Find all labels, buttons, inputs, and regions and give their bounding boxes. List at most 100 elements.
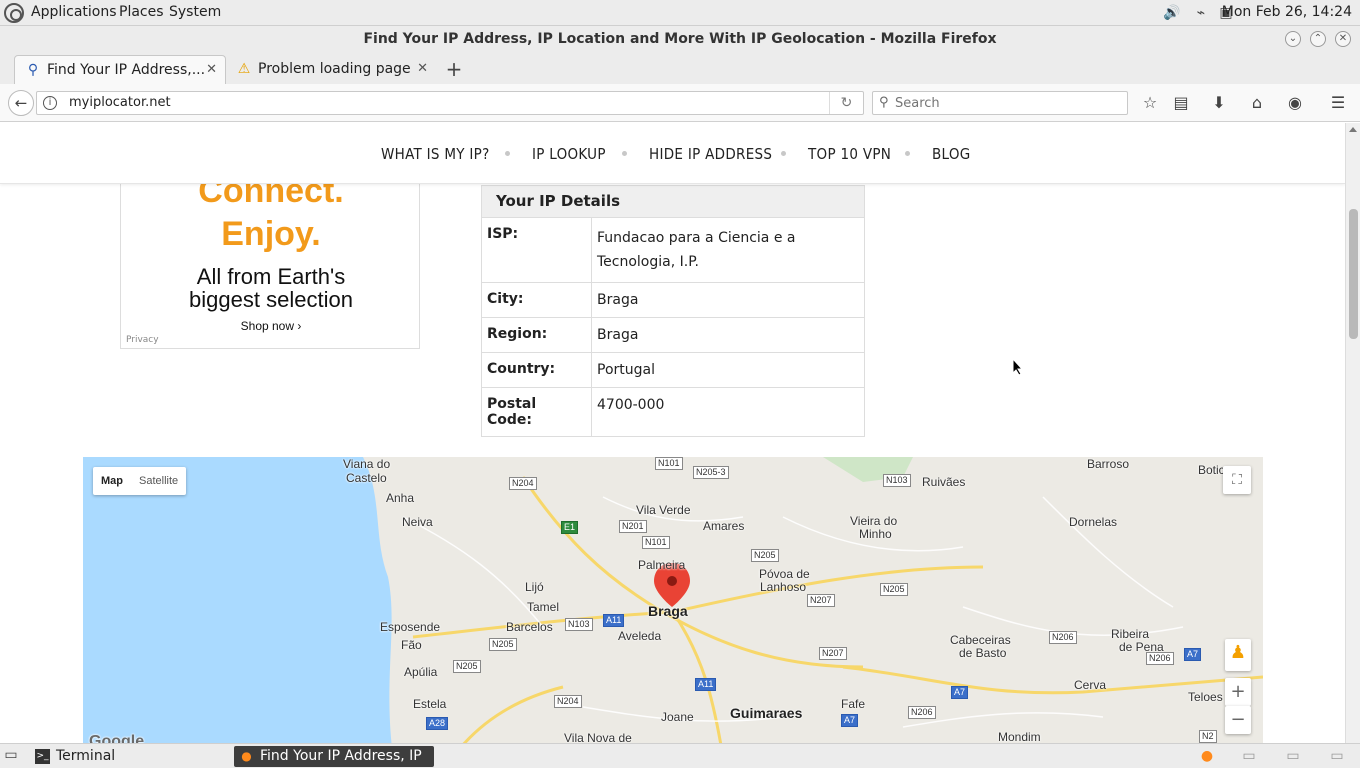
home-icon[interactable]: ⌂	[1246, 92, 1268, 114]
place-label: Barroso	[1087, 457, 1130, 471]
nav-hide-ip-address[interactable]: HIDE IP ADDRESS	[649, 145, 772, 163]
road-shield: N205	[751, 549, 779, 562]
place-label: Lijó	[525, 580, 544, 594]
clock[interactable]: Mon Feb 26, 14:24	[1222, 4, 1352, 20]
road-shield: N207	[819, 647, 847, 660]
bookmark-star-icon[interactable]: ☆	[1139, 92, 1161, 114]
nav-separator	[505, 151, 510, 156]
network-icon[interactable]: ⌁	[1192, 4, 1210, 22]
workspace-3-icon[interactable]: ▭	[1284, 747, 1302, 765]
road-shield: A7	[951, 686, 969, 699]
map-type-satellite-button[interactable]: Satellite	[131, 467, 186, 495]
close-tab-icon[interactable]: ✕	[417, 55, 428, 83]
table-row: City: Braga	[482, 283, 864, 318]
pocket-icon[interactable]: ◉	[1284, 92, 1306, 114]
place-label: Botic	[1198, 463, 1225, 477]
close-tab-icon[interactable]: ✕	[206, 56, 217, 84]
volume-icon[interactable]: 🔊	[1163, 4, 1181, 22]
maximize-button[interactable]: ⌃	[1310, 31, 1326, 47]
workspace-4-icon[interactable]: ▭	[1328, 747, 1346, 765]
road-shield: N204	[509, 477, 537, 490]
place-label: Póvoa de	[759, 567, 810, 581]
place-label: Fafe	[841, 697, 866, 711]
terminal-icon: >_	[35, 749, 50, 764]
url-text[interactable]: myiplocator.net	[69, 95, 171, 110]
scroll-up-arrow-icon[interactable]	[1349, 127, 1357, 132]
place-label: Ruivães	[922, 475, 966, 489]
row-value-region: Braga	[597, 327, 639, 343]
system-logo-icon[interactable]	[4, 3, 24, 23]
ip-details-heading: Your IP Details	[482, 186, 864, 218]
show-desktop-icon[interactable]: ▭	[2, 746, 20, 764]
zoom-out-button[interactable]: −	[1225, 706, 1251, 734]
taskbar-firefox[interactable]: ● Find Your IP Address, IP ...	[234, 746, 434, 767]
workspace-2-icon[interactable]: ▭	[1240, 747, 1258, 765]
fullscreen-icon[interactable]: ⛶	[1223, 466, 1251, 494]
table-row: Region: Braga	[482, 318, 864, 353]
tab-label: Find Your IP Address,...	[47, 62, 206, 78]
map-type-map-button[interactable]: Map	[93, 467, 131, 495]
back-button[interactable]: ←	[8, 90, 34, 116]
places-menu[interactable]: Places	[119, 4, 164, 20]
taskbar-terminal[interactable]: >_ Terminal	[30, 746, 230, 767]
zoom-in-button[interactable]: +	[1225, 678, 1251, 706]
nav-what-is-my-ip[interactable]: WHAT IS MY IP?	[381, 145, 490, 163]
road-shield: N201	[619, 520, 647, 533]
row-key-region: Region:	[482, 318, 592, 352]
menu-hamburger-icon[interactable]: ☰	[1327, 92, 1349, 114]
ad-shop-now-link[interactable]: Shop now ›	[121, 319, 419, 333]
road-shield: N2	[1199, 730, 1217, 743]
place-label: Vila Nova de	[564, 731, 632, 743]
table-row: Postal Code: 4700-000	[482, 388, 864, 436]
place-label: Teloes	[1188, 690, 1223, 704]
top-panel: Applications Places System 🔊 ⌁ ▣ Mon Feb…	[0, 0, 1360, 26]
place-label: Apúlia	[404, 665, 438, 679]
place-label: Palmeira	[638, 558, 686, 572]
reload-icon[interactable]: ↻	[829, 92, 863, 114]
workspace-firefox-icon[interactable]: ●	[1198, 747, 1216, 765]
search-icon: ⚲	[879, 95, 889, 110]
search-input[interactable]	[895, 94, 1115, 112]
url-bar[interactable]: i myiplocator.net ↻	[36, 91, 864, 115]
street-view-pegman-icon[interactable]: ♟	[1225, 639, 1251, 671]
minimize-button[interactable]: ⌄	[1285, 31, 1301, 47]
place-label: Minho	[859, 527, 892, 541]
nav-top-10-vpn[interactable]: TOP 10 VPN	[808, 145, 891, 163]
table-row: Country: Portugal	[482, 353, 864, 388]
road-shield: A7	[841, 714, 859, 727]
reading-list-icon[interactable]: ▤	[1170, 92, 1192, 114]
page-scrollbar[interactable]	[1345, 123, 1360, 743]
info-icon[interactable]: i	[43, 96, 57, 110]
nav-blog[interactable]: BLOG	[932, 145, 971, 163]
place-label: Barcelos	[506, 620, 553, 634]
tab-find-ip[interactable]: ⚲ Find Your IP Address,... ✕	[14, 55, 226, 84]
place-label: Cerva	[1074, 678, 1107, 692]
road-shield: A28	[426, 717, 449, 730]
row-value-country: Portugal	[597, 362, 655, 378]
tab-problem-loading[interactable]: ⚠ Problem loading page ✕	[226, 55, 436, 84]
downloads-icon[interactable]: ⬇	[1208, 92, 1230, 114]
applications-menu[interactable]: Applications	[31, 4, 117, 20]
place-label: Vieira do	[850, 514, 898, 528]
place-label: Aveleda	[618, 629, 662, 643]
road-shield: E1	[561, 521, 579, 534]
search-bar[interactable]: ⚲	[872, 91, 1128, 115]
google-map[interactable]: Viana do Castelo Anha Neiva Esposende Fã…	[83, 457, 1263, 743]
scrollbar-thumb[interactable]	[1349, 209, 1358, 339]
close-window-button[interactable]: ✕	[1335, 31, 1351, 47]
road-shield: N205	[880, 583, 908, 596]
row-key-city: City:	[482, 283, 592, 317]
road-shield: N206	[1146, 652, 1174, 665]
road-shield: A11	[603, 614, 625, 627]
row-value-isp: Fundacao para a Ciencia e a Tecnologia, …	[597, 230, 796, 270]
firefox-icon: ●	[241, 749, 252, 763]
city-label-guimaraes: Guimaraes	[730, 705, 803, 721]
new-tab-button[interactable]: +	[442, 55, 466, 83]
tab-bar: ⚲ Find Your IP Address,... ✕ ⚠ Problem l…	[0, 52, 1360, 84]
system-menu[interactable]: System	[169, 4, 221, 20]
mouse-cursor-icon	[1012, 358, 1024, 376]
nav-ip-lookup[interactable]: IP LOOKUP	[532, 145, 606, 163]
taskbar-firefox-label: Find Your IP Address, IP ...	[260, 748, 422, 764]
taskbar-terminal-label: Terminal	[56, 748, 116, 764]
ad-privacy-link[interactable]: Privacy	[126, 335, 159, 345]
